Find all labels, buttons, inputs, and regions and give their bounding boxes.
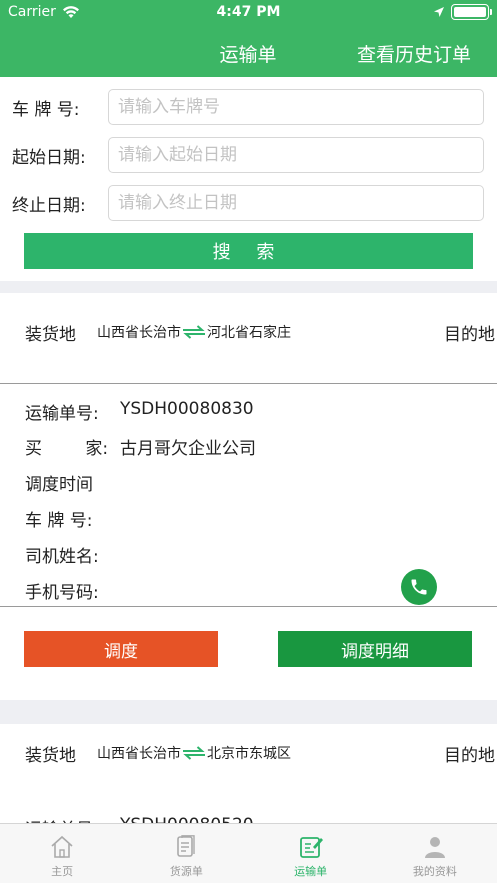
tab-bar: 主页 货源单 运输单 我的资料 [0,823,497,883]
section-gap [0,281,497,293]
dispatch-time-label: 调度时间 [25,475,93,495]
origin-text: 山西省长治市 [97,325,181,341]
document-icon [177,835,196,857]
order-card: 装货地 山西省长治市 河北省石家庄 目的地 运输单号: YSDH00080830… [0,293,497,700]
divider [0,606,497,607]
order-number-value: YSDH00080830 [120,399,254,419]
order-card: 装货地 山西省长治市 北京市东城区 目的地 运输单号: YSDH00080520 [0,724,497,823]
tab-my-profile[interactable]: 我的资料 [373,824,497,883]
tab-label: 主页 [51,865,74,878]
search-button[interactable]: 搜 索 [24,233,473,269]
order-number-value: YSDH00080520 [120,815,254,823]
end-date-row: 终止日期: [12,185,484,221]
driver-name-label: 司机姓名: [25,547,99,567]
loading-place-label: 装货地 [25,746,76,766]
driver-name-row: 司机姓名: [25,542,120,567]
tab-label: 货源单 [169,865,203,878]
destination-label: 目的地 [444,325,495,345]
order-number-row: 运输单号: YSDH00080830 [25,399,254,424]
start-date-input[interactable] [108,137,484,173]
buyer-label: 买 家: [25,439,109,459]
end-date-input[interactable] [108,185,484,221]
page-title: 运输单 [219,44,277,66]
home-icon [51,835,73,858]
start-date-row: 起始日期: [12,137,484,173]
dispatch-time-row: 调度时间 [25,470,120,495]
destination-text: 北京市东城区 [207,746,291,762]
dispatch-detail-button[interactable]: 调度明细 [278,631,472,667]
order-number-row: 运输单号: YSDH00080520 [25,815,254,823]
route-text: 山西省长治市 北京市东城区 [97,743,291,763]
phone-icon [411,579,427,595]
location-arrow-icon [434,7,444,17]
tab-label: 运输单 [294,865,328,878]
tab-label: 我的资料 [412,865,457,878]
vehicle-plate-label: 车 牌 号: [25,511,93,531]
section-gap [0,700,497,724]
plate-row: 车 牌 号: [12,89,484,125]
status-right [433,4,492,20]
phone-label: 手机号码: [25,583,99,603]
battery-icon [451,4,492,20]
app-header: Carrier 4:47 PM 运输单 查看历史订单 [0,0,497,77]
call-button[interactable] [401,569,437,605]
loading-place-label: 装货地 [25,325,76,345]
buyer-row: 买 家: 古月哥欠企业公司 [25,434,256,459]
destination-label: 目的地 [444,746,495,766]
user-icon [424,837,445,858]
plate-input[interactable] [108,89,484,125]
origin-text: 山西省长治市 [97,746,181,762]
status-bar: Carrier 4:47 PM [0,0,497,26]
order-number-label: 运输单号: [25,815,120,823]
route-row: 装货地 山西省长治市 北京市东城区 目的地 [0,724,497,804]
buyer-value: 古月哥欠企业公司 [120,439,256,459]
order-number-label: 运输单号: [25,404,99,424]
phone-row: 手机号码: [25,578,120,603]
edit-icon [299,837,323,858]
plate-label: 车 牌 号: [12,99,80,120]
destination-text: 河北省石家庄 [207,325,291,341]
end-date-label: 终止日期: [12,195,86,216]
history-orders-link[interactable]: 查看历史订单 [357,40,471,67]
vehicle-plate-row: 车 牌 号: [25,506,120,531]
tab-transport-order[interactable]: 运输单 [249,824,373,883]
route-text: 山西省长治市 河北省石家庄 [97,322,291,342]
divider [0,383,497,384]
dispatch-button[interactable]: 调度 [24,631,218,667]
start-date-label: 起始日期: [12,147,86,168]
status-time: 4:47 PM [216,4,281,20]
swap-arrows-icon [183,325,205,339]
swap-arrows-icon [183,746,205,760]
tab-home[interactable]: 主页 [0,824,124,883]
route-row: 装货地 山西省长治市 河北省石家庄 目的地 [0,293,497,383]
search-form: 车 牌 号: 起始日期: 终止日期: 搜 索 [0,77,497,281]
tab-goods-source[interactable]: 货源单 [124,824,248,883]
